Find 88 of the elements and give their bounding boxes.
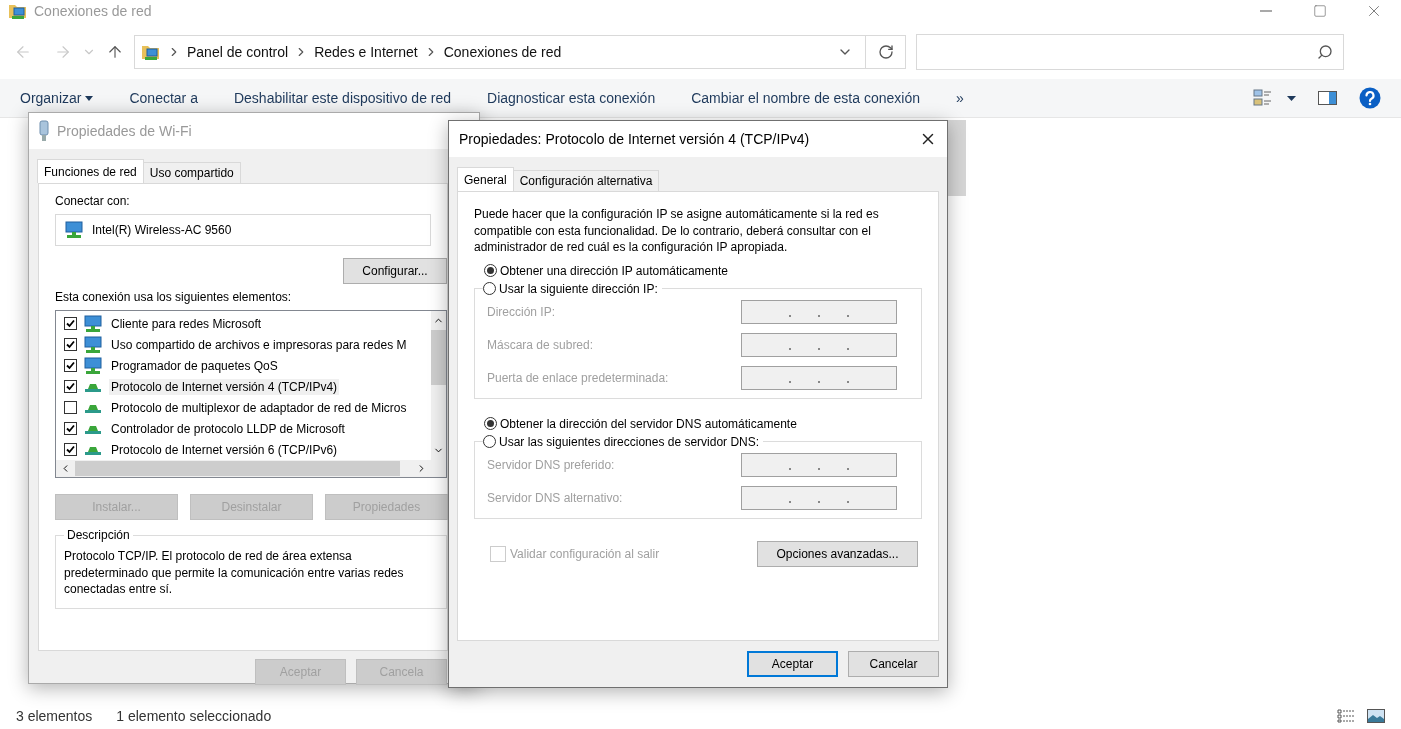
up-button[interactable] (106, 43, 124, 61)
wifi-adapter-icon (39, 120, 49, 142)
breadcrumb-item[interactable]: Panel de control (187, 44, 289, 60)
scrollbar-thumb[interactable] (75, 461, 400, 476)
radio-label: Obtener una dirección IP automáticamente (500, 263, 728, 278)
check-icon (66, 340, 75, 349)
tab[interactable]: Configuración alternativa (512, 170, 660, 191)
radio[interactable] (484, 264, 497, 277)
list-item[interactable]: Controlador de protocolo LLDP de Microsoft (109, 420, 347, 437)
address-bar[interactable]: Panel de control Redes e Internet Conexiones de red (134, 35, 906, 69)
maximize-icon (1313, 4, 1327, 18)
field-label: Máscara de subred: (487, 337, 594, 352)
list-item[interactable]: Protocolo de Internet versión 4 (TCP/IPv4) (109, 378, 340, 395)
vertical-scrollbar[interactable] (431, 311, 446, 460)
tab[interactable]: Uso compartido (142, 162, 241, 183)
help-icon[interactable] (1359, 87, 1381, 109)
network-adapter-icon (64, 221, 84, 239)
tab[interactable]: General (457, 167, 514, 191)
search-field[interactable] (916, 34, 1344, 70)
network-computer-icon (83, 356, 103, 375)
toolbar-button[interactable]: Organizar (20, 90, 112, 106)
tab[interactable]: Funciones de red (37, 159, 144, 183)
description-text: Protocolo TCP/IP. El protocolo de red de área extensa predeterminado que permite la comunicación entre varias redes conectadas entre sí. (64, 548, 405, 598)
toolbar-button[interactable]: Conectar a (129, 90, 216, 106)
field-label: Servidor DNS alternativo: (487, 490, 623, 505)
checkbox[interactable] (64, 401, 77, 414)
arrow-right-icon (54, 43, 72, 61)
status-text: 3 elementos (16, 708, 93, 724)
toolbar-button[interactable]: Cambiar el nombre de esta conexión (691, 90, 938, 106)
minimize-icon (1260, 10, 1272, 12)
network-computer-icon (83, 335, 103, 354)
status-text: 1 elemento seleccionado (116, 708, 272, 724)
checkbox[interactable] (64, 443, 77, 456)
check-icon (66, 319, 75, 328)
check-icon (66, 445, 75, 454)
dialog-title: Propiedades: Protocolo de Internet versión 4 (TCP/IPv4) (459, 131, 810, 147)
view-options-icon[interactable] (1253, 89, 1273, 107)
adapter-name: Intel(R) Wireless-AC 9560 (92, 223, 232, 237)
checkbox[interactable] (64, 359, 77, 372)
caret-icon[interactable] (1287, 95, 1296, 101)
dialog-title: Propiedades de Wi-Fi (57, 123, 192, 139)
checkbox[interactable] (64, 422, 77, 435)
details-view-icon[interactable] (1337, 709, 1355, 723)
caret-icon (85, 95, 94, 101)
window-title: Conexiones de red (34, 3, 152, 19)
list-item[interactable]: Programador de paquetes QoS (109, 357, 280, 374)
checkbox[interactable] (64, 380, 77, 393)
check-icon (66, 382, 75, 391)
radio[interactable] (483, 435, 496, 448)
horizontal-scrollbar[interactable] (56, 460, 431, 477)
field-label: Servidor DNS preferido: (487, 457, 615, 472)
list-item[interactable]: Cliente para redes Microsoft (109, 315, 264, 332)
checkbox-label: Validar configuración al salir (510, 546, 660, 561)
list-item[interactable]: Protocolo de Internet versión 6 (TCP/IPv6) (109, 441, 340, 458)
advanced-options-button[interactable]: Opciones avanzadas... (757, 540, 918, 567)
list-item[interactable]: Protocolo de multiplexor de adaptador de red de Micros (109, 399, 409, 416)
preview-pane-icon[interactable] (1318, 91, 1337, 105)
field-label: Dirección IP: (487, 304, 556, 319)
network-folder-icon (141, 43, 161, 61)
breadcrumb-item[interactable]: Redes e Internet (314, 44, 418, 60)
list-item[interactable]: Uso compartido de archivos e impresoras para redes M (109, 336, 409, 353)
group-title: Descripción (66, 528, 131, 542)
radio-option[interactable]: Obtener una dirección IP automáticamente (474, 263, 922, 278)
elements-label: Esta conexión usa los siguientes elementos: (55, 290, 293, 304)
network-computer-icon (83, 314, 103, 333)
checkbox[interactable] (64, 317, 77, 330)
large-icons-view-icon[interactable] (1367, 709, 1385, 723)
scrollbar-thumb[interactable] (431, 330, 446, 385)
connect-label: Conectar con: (55, 194, 131, 208)
radio-label: Obtener la dirección del servidor DNS automáticamente (500, 416, 797, 431)
radio[interactable] (483, 282, 496, 295)
toolbar-button[interactable]: Diagnosticar esta conexión (487, 90, 674, 106)
search-icon (1317, 44, 1333, 60)
more-commands-button[interactable]: » (956, 90, 982, 106)
radio[interactable] (484, 417, 497, 430)
breadcrumb-item[interactable]: Conexiones de red (443, 44, 562, 60)
intro-text: Puede hacer que la configuración IP se asigne automáticamente si la red es compatible con esta funcionalidad. De lo contrario, deberá consultar con el administrador de red cuál es la configuración IP apropiada. (474, 206, 880, 256)
configure-button[interactable]: Configurar... (343, 258, 447, 284)
dialog-button[interactable]: Aceptar (747, 651, 838, 677)
checkbox[interactable] (64, 338, 77, 351)
refresh-icon (877, 44, 894, 60)
radio-option[interactable]: Obtener la dirección del servidor DNS automáticamente (474, 416, 922, 431)
check-icon (66, 424, 75, 433)
check-icon (66, 361, 75, 370)
dialog-button[interactable]: Cancelar (848, 651, 939, 677)
field-label: Puerta de enlace predeterminada: (487, 370, 669, 385)
network-folder-icon (8, 2, 28, 20)
toolbar-button[interactable]: Deshabilitar este dispositivo de red (233, 90, 470, 106)
